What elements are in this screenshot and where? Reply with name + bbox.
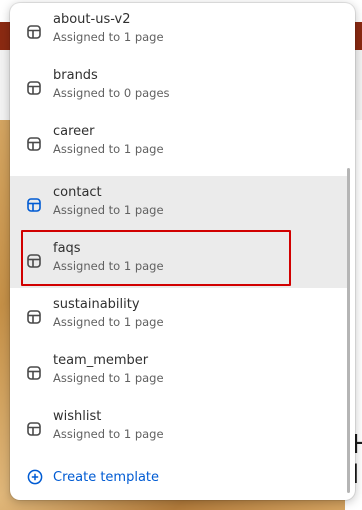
screen: H l about-us-v2 Assigned to 1 page brand…: [0, 0, 362, 510]
template-icon: [27, 310, 41, 324]
template-icon: [27, 254, 41, 268]
template-item-career[interactable]: career Assigned to 1 page: [10, 115, 350, 171]
template-name: career: [53, 124, 95, 139]
template-item-contact[interactable]: contact Assigned to 1 page: [10, 176, 350, 232]
template-assignment: Assigned to 1 page: [53, 203, 164, 217]
template-icon: [27, 198, 41, 212]
template-name: wishlist: [53, 409, 102, 424]
template-item-team-member[interactable]: team_member Assigned to 1 page: [10, 344, 350, 400]
template-item-about-us-v2[interactable]: about-us-v2 Assigned to 1 page: [10, 3, 350, 59]
template-name: brands: [53, 68, 98, 83]
template-assignment: Assigned to 0 pages: [53, 86, 170, 100]
template-assignment: Assigned to 1 page: [53, 30, 164, 44]
template-assignment: Assigned to 1 page: [53, 142, 164, 156]
template-icon: [27, 366, 41, 380]
template-assignment: Assigned to 1 page: [53, 259, 164, 273]
template-item-faqs[interactable]: faqs Assigned to 1 page: [10, 232, 350, 288]
template-icon: [27, 81, 41, 95]
create-template-button[interactable]: Create template: [10, 463, 340, 493]
template-icon: [27, 137, 41, 151]
template-assignment: Assigned to 1 page: [53, 427, 164, 441]
create-template-label: Create template: [53, 470, 160, 485]
template-item-sustainability[interactable]: sustainability Assigned to 1 page: [10, 288, 350, 344]
template-name: sustainability: [53, 297, 140, 312]
template-assignment: Assigned to 1 page: [53, 315, 164, 329]
template-icon: [27, 25, 41, 39]
template-name: contact: [53, 185, 102, 200]
template-name: team_member: [53, 353, 149, 368]
template-picker-popover: about-us-v2 Assigned to 1 page brands As…: [10, 3, 355, 500]
template-item-brands[interactable]: brands Assigned to 0 pages: [10, 59, 350, 115]
plus-circle-icon: [27, 469, 43, 485]
template-item-wishlist[interactable]: wishlist Assigned to 1 page: [10, 400, 350, 456]
template-name: faqs: [53, 241, 81, 256]
template-name: about-us-v2: [53, 12, 131, 27]
template-assignment: Assigned to 1 page: [53, 371, 164, 385]
template-icon: [27, 422, 41, 436]
list-scrollbar[interactable]: [347, 168, 350, 493]
